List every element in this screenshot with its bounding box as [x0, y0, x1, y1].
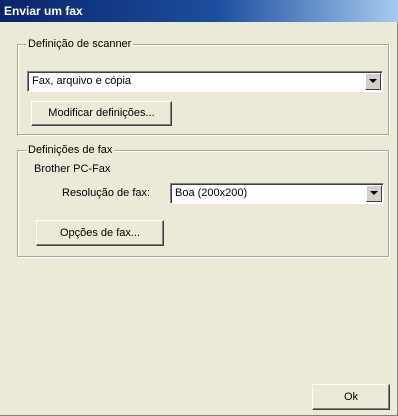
chevron-down-icon	[370, 191, 378, 195]
scanner-mode-dropdown-button[interactable]	[365, 73, 381, 90]
scanner-mode-value: Fax, arquivo e cópia	[32, 75, 132, 87]
chevron-down-icon	[369, 79, 377, 83]
ok-button[interactable]: Ok	[312, 384, 390, 410]
scanner-settings-legend: Definição de scanner	[26, 37, 134, 51]
fax-resolution-label: Resolução de fax:	[62, 187, 151, 199]
fax-options-button[interactable]: Opções de fax...	[36, 220, 164, 246]
fax-settings-legend: Definições de fax	[26, 143, 115, 157]
fax-settings-group: Definições de fax Brother PC-Fax Resoluç…	[17, 143, 389, 257]
title-bar[interactable]: Enviar um fax	[0, 0, 398, 22]
modify-settings-button[interactable]: Modificar definições...	[31, 101, 172, 126]
fax-options-label: Opções de fax...	[59, 227, 141, 239]
fax-resolution-select[interactable]: Boa (200x200)	[170, 183, 384, 204]
scanner-settings-group: Definição de scanner Fax, arquivo e cópi…	[17, 37, 389, 135]
window-title: Enviar um fax	[4, 4, 83, 18]
ok-label: Ok	[343, 391, 359, 403]
send-fax-dialog: Enviar um fax Definição de scanner Fax, …	[0, 0, 398, 416]
fax-resolution-dropdown-button[interactable]	[366, 185, 382, 202]
fax-resolution-value: Boa (200x200)	[175, 187, 248, 199]
modify-settings-label: Modificar definições...	[48, 107, 155, 119]
fax-device-name: Brother PC-Fax	[34, 163, 111, 175]
scanner-mode-select[interactable]: Fax, arquivo e cópia	[27, 71, 383, 92]
